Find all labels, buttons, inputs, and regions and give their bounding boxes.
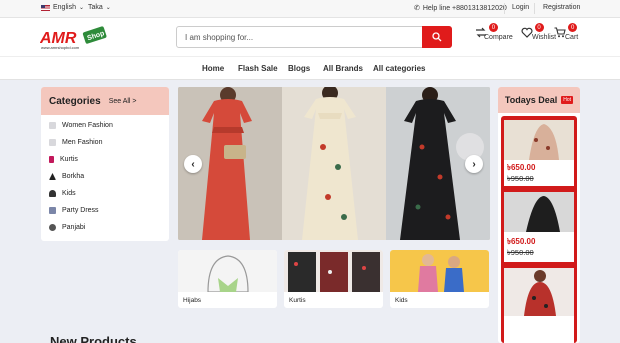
deal-list: ৳650.00 ৳950.00 ৳650.00 ৳950.00	[501, 116, 577, 343]
category-item-kids[interactable]: Kids	[49, 190, 76, 197]
amr-shop-logo[interactable]: AMR Shop www.amrshopbd.com	[40, 26, 108, 50]
panjabi-icon	[49, 224, 56, 231]
women-fashion-icon	[49, 122, 56, 129]
compare-icon	[475, 27, 486, 38]
wishlist-button[interactable]: 0 Wishlist	[508, 23, 556, 41]
tile-label: Hijabs	[183, 297, 202, 304]
tile-label: Kurtis	[289, 297, 306, 304]
search-input[interactable]	[177, 27, 423, 47]
helpline: ✆ Help line +8801313812020	[414, 4, 507, 13]
login-link[interactable]: Login	[512, 4, 529, 11]
deal-card[interactable]	[504, 268, 574, 343]
category-label: Borkha	[62, 173, 85, 180]
men-fashion-icon	[49, 139, 56, 146]
category-item-party-dress[interactable]: Party Dress	[49, 207, 99, 214]
phone-icon: ✆	[414, 5, 420, 12]
category-label: Women Fashion	[62, 122, 113, 129]
wishlist-count: 0	[534, 23, 544, 32]
deal-product-image	[504, 192, 574, 232]
hero-slider[interactable]: ‹ ›	[178, 87, 490, 240]
nav-all-brands[interactable]: All Brands	[323, 64, 363, 73]
hijab-image	[178, 250, 277, 293]
search-icon	[432, 32, 442, 42]
deal-product-image	[504, 120, 574, 160]
nav-home[interactable]: Home	[202, 64, 224, 73]
hero-banner-image	[178, 87, 490, 240]
logo-url: www.amrshopbd.com	[41, 45, 80, 50]
party-dress-icon	[49, 207, 56, 214]
kids-image	[390, 250, 489, 292]
chevron-down-icon: ⌄	[105, 5, 111, 11]
category-item-women-fashion[interactable]: Women Fashion	[49, 122, 113, 129]
hot-badge: Hot	[561, 96, 574, 104]
category-item-kurtis[interactable]: Kurtis	[49, 156, 78, 163]
categories-title: Categories	[49, 95, 101, 107]
category-label: Panjabi	[62, 224, 86, 231]
nav-all-categories[interactable]: All categories	[373, 64, 425, 73]
deal-card[interactable]: ৳650.00 ৳950.00	[504, 192, 574, 262]
helpline-text: Help line +8801313812020	[422, 4, 507, 12]
category-item-men-fashion[interactable]: Men Fashion	[49, 139, 102, 146]
categories-header: Categories See All >	[41, 87, 169, 115]
nav-blogs[interactable]: Blogs	[288, 64, 310, 73]
divider	[534, 3, 535, 14]
nav-flash-sale[interactable]: Flash Sale	[238, 64, 278, 73]
registration-link[interactable]: Registration	[543, 4, 580, 11]
category-item-panjabi[interactable]: Panjabi	[49, 224, 85, 231]
cart-count: 0	[568, 23, 578, 32]
deal-card[interactable]: ৳650.00 ৳950.00	[504, 120, 574, 186]
currency-selector[interactable]: Taka ⌄	[88, 4, 111, 11]
deal-product-image	[504, 268, 574, 316]
us-flag-icon	[41, 4, 50, 11]
search-button[interactable]	[422, 26, 452, 48]
category-label: Party Dress	[62, 207, 99, 214]
currency-label: Taka	[88, 4, 103, 11]
tile-hijabs[interactable]: Hijabs	[178, 250, 277, 308]
search-box	[176, 26, 452, 48]
category-label: Kids	[62, 190, 76, 197]
heart-icon	[521, 27, 533, 38]
chevron-right-icon: ›	[472, 158, 476, 170]
top-bar: English ⌄ Taka ⌄ ✆ Help line +8801313812…	[0, 0, 620, 18]
deal-old-price: ৳950.00	[507, 248, 534, 257]
cart-button[interactable]: 0 Cart	[553, 23, 578, 41]
chevron-down-icon: ⌄	[78, 5, 84, 11]
chevron-left-icon: ‹	[191, 158, 195, 170]
divider	[504, 3, 505, 14]
kurtis-image	[284, 250, 383, 292]
borkha-icon	[49, 173, 56, 180]
slider-next-button[interactable]: ›	[465, 155, 483, 173]
kurtis-icon	[49, 156, 54, 163]
category-label: Men Fashion	[62, 139, 103, 146]
deal-old-price: ৳950.00	[507, 174, 534, 183]
tile-kids[interactable]: Kids	[390, 250, 489, 308]
compare-button[interactable]: 0 Compare	[460, 23, 513, 41]
see-all-link[interactable]: See All >	[109, 98, 137, 105]
tile-kurtis[interactable]: Kurtis	[284, 250, 383, 308]
tile-label: Kids	[395, 297, 408, 304]
slider-prev-button[interactable]: ‹	[184, 155, 202, 173]
category-item-borkha[interactable]: Borkha	[49, 173, 84, 180]
section-title-new-products: New Products	[50, 334, 137, 343]
compare-count: 0	[488, 23, 498, 32]
cart-icon	[554, 27, 566, 38]
kids-icon	[49, 190, 56, 197]
main-nav: Home Flash Sale Blogs All Brands All cat…	[0, 56, 620, 80]
language-label: English	[53, 4, 76, 11]
todays-deal-header: Todays Deal Hot	[498, 87, 580, 113]
todays-deal-panel: Todays Deal Hot ৳650.00 ৳950.00 ৳650.00 …	[498, 87, 580, 343]
category-label: Kurtis	[60, 156, 78, 163]
todays-deal-title: Todays Deal	[504, 95, 558, 105]
language-selector[interactable]: English ⌄	[41, 4, 84, 11]
categories-panel: Categories See All > Women Fashion Men F…	[41, 87, 169, 241]
